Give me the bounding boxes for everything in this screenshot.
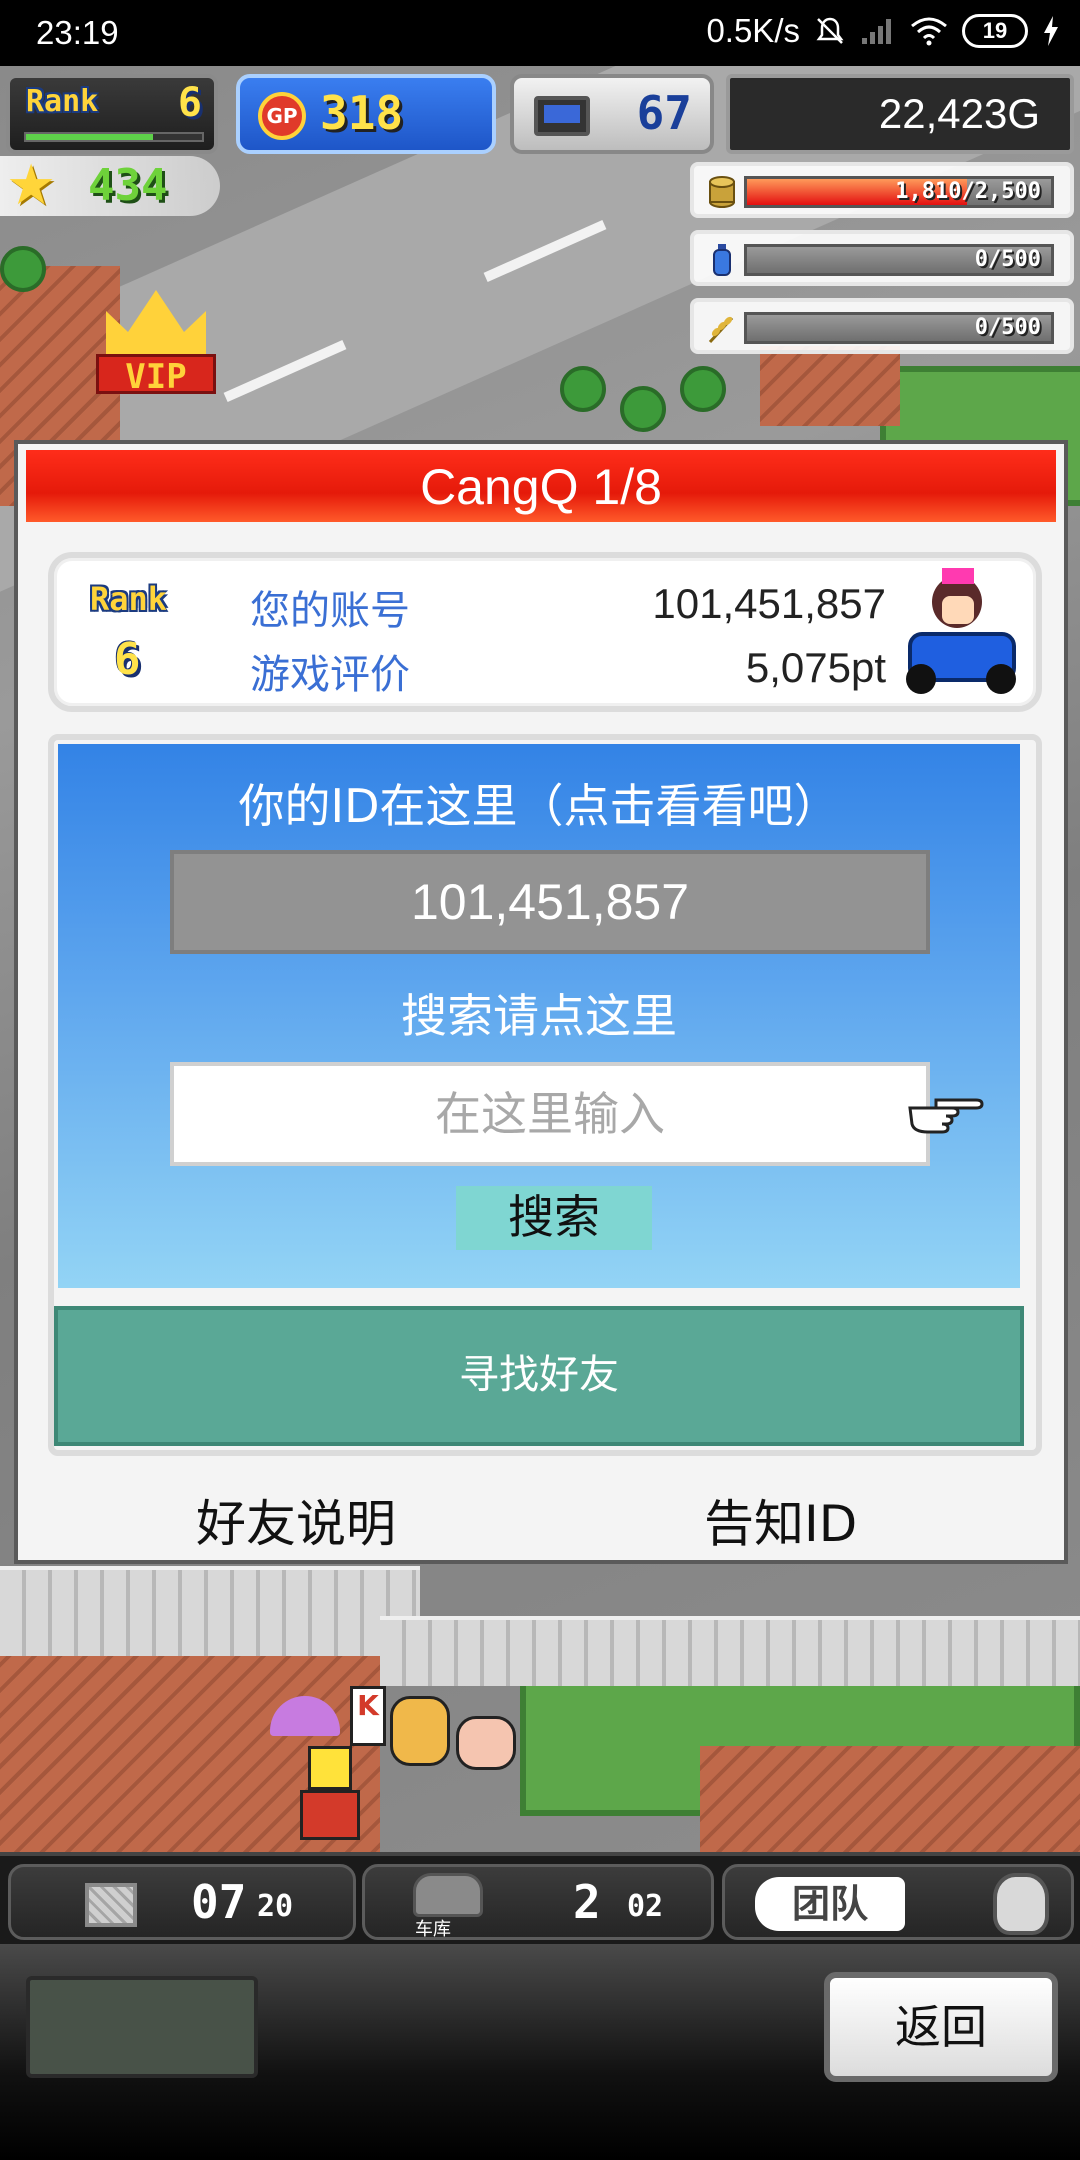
pig-mascot [456, 1716, 516, 1770]
account-value: 101,451,857 [652, 580, 886, 627]
garage-count: 2 [573, 1875, 601, 1929]
empty-slot[interactable] [26, 1976, 258, 2078]
vip-label: VIP [96, 354, 216, 397]
wifi-icon [910, 16, 948, 46]
mascot-body [300, 1790, 360, 1840]
brick-pavement [700, 1746, 1080, 1856]
money-display[interactable]: 22,423G [726, 74, 1074, 154]
research-value: 67 [636, 86, 692, 140]
resource-bar: 0/500 [744, 244, 1054, 276]
friend-help-link[interactable]: 好友说明 [196, 1484, 396, 1556]
mute-bell-icon [814, 15, 846, 47]
my-id-box[interactable]: 101,451,857 [170, 850, 930, 954]
team-button[interactable]: 团队 [755, 1877, 905, 1931]
resource-wheat[interactable]: 0/500 [690, 298, 1074, 354]
charging-icon [1042, 15, 1060, 47]
pointing-hand-icon [906, 1084, 984, 1140]
net-speed: 0.5K/s [706, 12, 800, 49]
search-panel-body: 你的ID在这里（点击看看吧） 101,451,857 搜索请点这里 在这里输入 … [58, 744, 1020, 1288]
bottom-hud: 07 20 车库 2 02 团队 [0, 1852, 1080, 1944]
garage-label: 车库 [415, 1919, 451, 1940]
wall [380, 1616, 1080, 1686]
search-panel: 你的ID在这里（点击看看吧） 101,451,857 搜索请点这里 在这里输入 … [48, 734, 1042, 1304]
garage-counter[interactable]: 车库 2 02 [362, 1864, 714, 1940]
vip-badge[interactable]: VIP [96, 290, 216, 400]
gp-coin-icon: GP [258, 92, 306, 140]
parasol [270, 1696, 340, 1736]
staff-characters[interactable]: K [260, 1686, 520, 1856]
storage-total: 20 [257, 1889, 294, 1924]
tree [680, 366, 726, 412]
rating-label: 游戏评价 [250, 652, 410, 698]
storage-counter[interactable]: 07 20 [8, 1864, 356, 1940]
id-title: 你的ID在这里（点击看看吧） [238, 779, 840, 833]
account-label: 您的账号 [250, 588, 410, 634]
gp-display[interactable]: GP 318 [236, 74, 496, 154]
search-title: 搜索请点这里 [401, 989, 677, 1043]
crate-icon [85, 1883, 137, 1927]
status-bar: 23:19 0.5K/s 19 [0, 0, 1080, 66]
bear-mascot [390, 1696, 450, 1766]
resource-bar: 0/500 [744, 312, 1054, 344]
storage-count: 07 [191, 1875, 247, 1929]
flag-k: K [350, 1686, 386, 1746]
star-icon: ★ [6, 153, 57, 218]
share-id-link[interactable]: 告知ID [704, 1484, 857, 1556]
status-right: 0.5K/s 19 [706, 12, 1060, 50]
tree [620, 386, 666, 432]
brick-pavement [760, 346, 900, 426]
signal-icon [860, 16, 896, 46]
crown-icon [106, 290, 206, 360]
search-input[interactable]: 在这里输入 [170, 1062, 930, 1166]
tree [0, 246, 46, 292]
gp-value: 318 [320, 86, 404, 140]
back-button[interactable]: 返回 [824, 1972, 1058, 2082]
search-button[interactable]: 搜索 [456, 1186, 652, 1250]
mascot-character [308, 1746, 352, 1790]
top-hud: Rank 6 GP 318 67 22,423G [0, 66, 1080, 156]
status-time: 23:19 [36, 14, 119, 51]
fans-display[interactable]: ★ 434 [0, 156, 220, 216]
rating-value: 5,075pt [745, 644, 886, 691]
garage-total: 02 [627, 1889, 664, 1924]
rank-display[interactable]: Rank 6 [6, 74, 218, 154]
wheat-icon [706, 312, 738, 344]
staff-face-icon [993, 1873, 1049, 1935]
resource-text: 1,810/2,500 [895, 179, 1041, 204]
friend-dialog: CangQ 1/8 Rank 6 您的账号 游戏评价 101,451,857 5… [14, 440, 1068, 1564]
find-friends-button[interactable]: 寻找好友 [54, 1306, 1024, 1446]
team-section[interactable]: 团队 [722, 1864, 1074, 1940]
bottom-panel: 返回 [0, 1944, 1080, 2160]
fuel-bottle-icon [706, 244, 738, 276]
rank-label: Rank [26, 84, 99, 119]
avatar-kart-icon [902, 568, 1022, 698]
tree [560, 366, 606, 412]
rank-value: 6 [177, 80, 202, 126]
rank-label: Rank [90, 580, 168, 618]
resource-text: 0/500 [974, 247, 1041, 272]
rank-progress-bar [24, 132, 204, 142]
rank-value: 6 [114, 634, 141, 685]
resource-gold[interactable]: 1,810/2,500 [690, 162, 1074, 218]
resource-bar: 1,810/2,500 [744, 176, 1054, 208]
computer-icon [534, 96, 590, 136]
coin-stack-icon [706, 176, 738, 208]
battery-icon: 19 [962, 14, 1028, 48]
garage-icon [413, 1873, 483, 1917]
resource-fuel[interactable]: 0/500 [690, 230, 1074, 286]
wall [0, 1566, 420, 1656]
research-display[interactable]: 67 [510, 74, 714, 154]
dialog-title: CangQ 1/8 [26, 450, 1056, 522]
resource-text: 0/500 [974, 315, 1041, 340]
account-info-panel: Rank 6 您的账号 游戏评价 101,451,857 5,075pt [48, 552, 1042, 712]
